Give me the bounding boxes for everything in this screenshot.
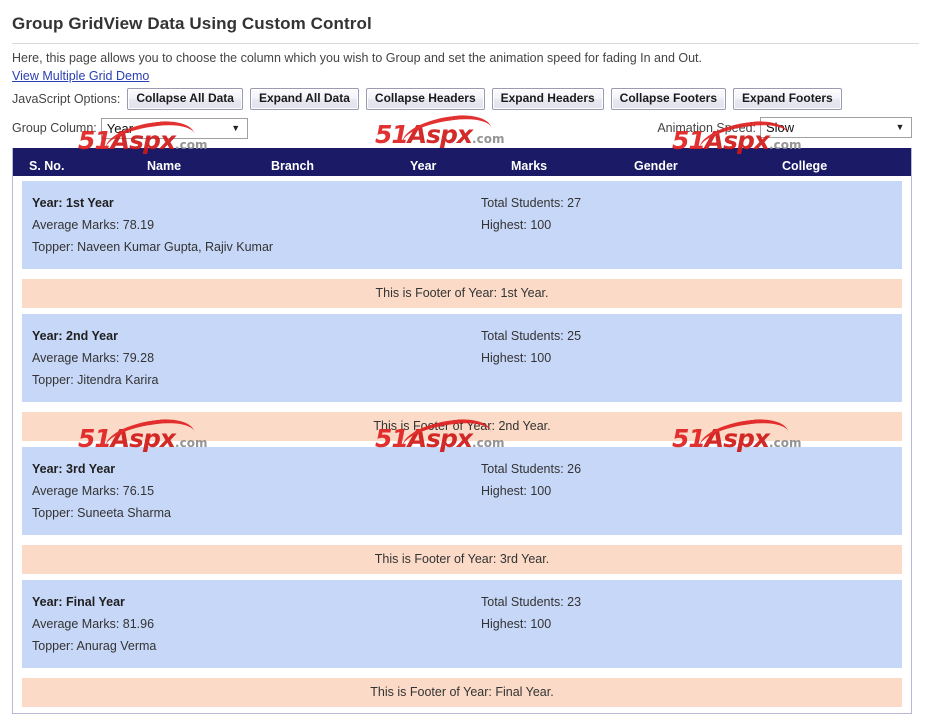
collapse-all-data-button[interactable]: Collapse All Data: [127, 88, 243, 110]
group-year-label: Year: 2nd Year: [32, 329, 118, 343]
group-footer[interactable]: This is Footer of Year: Final Year.: [22, 678, 902, 707]
group-average-marks: Average Marks: 79.28: [32, 351, 155, 365]
group-footer[interactable]: This is Footer of Year: 1st Year.: [22, 279, 902, 308]
group-total-students: Total Students: 27: [481, 196, 582, 210]
column-header-college[interactable]: College: [782, 159, 827, 173]
group-column-select[interactable]: Year ▼: [100, 117, 248, 139]
group-summary-line: Year: 1st Year Total Students: 27: [32, 192, 892, 214]
animation-speed-selected-value: Slow: [766, 120, 795, 135]
expand-footers-button[interactable]: Expand Footers: [733, 88, 842, 110]
group-column-label: Group Column:: [12, 121, 97, 135]
group-topper: Topper: Suneeta Sharma: [32, 506, 171, 520]
group-highest-marks: Highest: 100: [481, 218, 552, 232]
animation-speed-group: Animation Speed: Slow ▼: [657, 117, 912, 138]
animation-speed-select[interactable]: Slow ▼: [760, 117, 912, 138]
group-block: Year: 3rd Year Total Students: 26 Average …: [13, 447, 911, 574]
chevron-down-icon: ▼: [231, 122, 241, 133]
column-header-name[interactable]: Name: [147, 159, 181, 173]
group-summary-line: Topper: Anurag Verma: [32, 635, 892, 657]
group-summary-line: Year: 2nd Year Total Students: 25: [32, 325, 892, 347]
column-header-gender[interactable]: Gender: [634, 159, 678, 173]
group-topper: Topper: Anurag Verma: [32, 639, 157, 653]
group-block: Year: 1st Year Total Students: 27 Average …: [13, 181, 911, 308]
chevron-down-icon: ▼: [895, 122, 905, 132]
selects-row: Group Column: Year ▼ Animation Speed: Sl…: [0, 110, 931, 139]
group-highest-marks: Highest: 100: [481, 484, 552, 498]
gridview-groups: Year: 1st Year Total Students: 27 Average …: [13, 181, 911, 707]
collapse-headers-button[interactable]: Collapse Headers: [365, 88, 485, 110]
group-summary-line: Average Marks: 79.28 Highest: 100: [32, 347, 892, 369]
group-summary-line: Average Marks: 76.15 Highest: 100: [32, 480, 892, 502]
group-footer[interactable]: This is Footer of Year: 2nd Year.: [22, 412, 902, 441]
expand-headers-button[interactable]: Expand Headers: [491, 88, 604, 110]
group-year-label: Year: 3rd Year: [32, 462, 116, 476]
group-summary-panel[interactable]: Year: 1st Year Total Students: 27 Average …: [22, 181, 902, 269]
group-average-marks: Average Marks: 78.19: [32, 218, 155, 232]
group-year-label: Year: Final Year: [32, 595, 125, 609]
group-block: Year: Final Year Total Students: 23 Averag…: [13, 580, 911, 707]
page-intro-text: Here, this page allows you to choose the…: [12, 51, 702, 65]
column-header-marks[interactable]: Marks: [511, 159, 547, 173]
column-header-branch[interactable]: Branch: [271, 159, 314, 173]
group-summary-panel[interactable]: Year: 3rd Year Total Students: 26 Average …: [22, 447, 902, 535]
group-year-label: Year: 1st Year: [32, 196, 114, 210]
group-summary-panel[interactable]: Year: 2nd Year Total Students: 25 Average …: [22, 314, 902, 402]
group-summary-line: Average Marks: 78.19 Highest: 100: [32, 214, 892, 236]
javascript-options-label: JavaScript Options:: [12, 92, 121, 106]
group-topper: Topper: Jitendra Karira: [32, 373, 159, 387]
group-average-marks: Average Marks: 81.96: [32, 617, 155, 631]
group-summary-line: Topper: Jitendra Karira: [32, 369, 892, 391]
view-multiple-grid-demo-link[interactable]: View Multiple Grid Demo: [12, 69, 149, 83]
gridview-container: S. No. Name Branch Year Marks Gender College Y…: [12, 148, 912, 714]
group-column-selected-value: Year: [106, 120, 134, 136]
group-summary-line: Year: Final Year Total Students: 23: [32, 591, 892, 613]
group-footer[interactable]: This is Footer of Year: 3rd Year.: [22, 545, 902, 574]
animation-speed-label: Animation Speed:: [657, 120, 756, 135]
collapse-footers-button[interactable]: Collapse Footers: [610, 88, 727, 110]
group-total-students: Total Students: 23: [481, 595, 582, 609]
group-average-marks: Average Marks: 76.15: [32, 484, 155, 498]
column-header-s-no[interactable]: S. No.: [29, 159, 64, 173]
group-summary-panel[interactable]: Year: Final Year Total Students: 23 Averag…: [22, 580, 902, 668]
group-summary-line: Year: 3rd Year Total Students: 26: [32, 458, 892, 480]
group-block: Year: 2nd Year Total Students: 25 Average …: [13, 314, 911, 441]
group-total-students: Total Students: 25: [481, 329, 582, 343]
group-total-students: Total Students: 26: [481, 462, 582, 476]
gridview-header-row: S. No. Name Branch Year Marks Gender College: [13, 148, 911, 176]
javascript-options-row: JavaScript Options: Collapse All Data Ex…: [0, 83, 931, 110]
group-topper: Topper: Naveen Kumar Gupta, Rajiv Kumar: [32, 240, 274, 254]
page-title: Group GridView Data Using Custom Control: [12, 14, 372, 33]
group-highest-marks: Highest: 100: [481, 351, 552, 365]
group-highest-marks: Highest: 100: [481, 617, 552, 631]
group-summary-line: Topper: Naveen Kumar Gupta, Rajiv Kumar: [32, 236, 892, 258]
group-summary-line: Average Marks: 81.96 Highest: 100: [32, 613, 892, 635]
column-header-year[interactable]: Year: [410, 159, 436, 173]
group-summary-line: Topper: Suneeta Sharma: [32, 502, 892, 524]
expand-all-data-button[interactable]: Expand All Data: [249, 88, 359, 110]
